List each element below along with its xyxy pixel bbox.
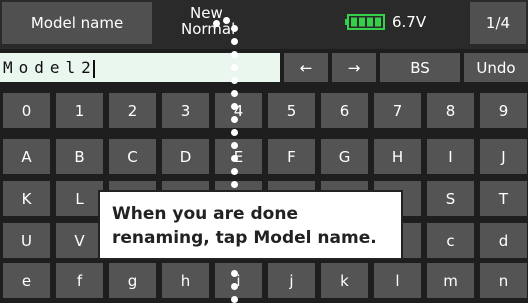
key-label: 7 (392, 101, 403, 120)
key-3[interactable]: 3 (162, 93, 209, 128)
key-label: I (448, 147, 453, 166)
cursor-left-button[interactable]: ← (284, 53, 328, 82)
key-label: V (74, 231, 85, 250)
key-label: m (443, 271, 458, 290)
instruction-callout: When you are done renaming, tap Model na… (98, 190, 403, 260)
key-label: f (76, 271, 83, 290)
key-f[interactable]: f (56, 263, 103, 298)
key-k[interactable]: k (321, 263, 368, 298)
key-G[interactable]: G (321, 139, 368, 174)
key-H[interactable]: H (374, 139, 421, 174)
key-T[interactable]: T (480, 181, 527, 216)
key-label: 1 (74, 101, 85, 120)
key-label: F (287, 147, 296, 166)
key-8[interactable]: 8 (427, 93, 474, 128)
battery-icon (345, 14, 385, 30)
key-I[interactable]: I (427, 139, 474, 174)
key-F[interactable]: F (268, 139, 315, 174)
model-name-button[interactable]: Model name (2, 2, 152, 44)
backspace-button[interactable]: BS (380, 53, 460, 82)
key-9[interactable]: 9 (480, 93, 527, 128)
key-j[interactable]: j (268, 263, 315, 298)
backspace-label: BS (410, 58, 430, 77)
key-label: 0 (21, 101, 32, 120)
key-2[interactable]: 2 (109, 93, 156, 128)
key-V[interactable]: V (56, 223, 103, 258)
key-n[interactable]: n (480, 263, 527, 298)
undo-button[interactable]: Undo (464, 53, 528, 82)
key-label: 2 (127, 101, 138, 120)
key-d[interactable]: d (480, 223, 527, 258)
cursor-right-label: → (347, 58, 361, 77)
key-g[interactable]: g (109, 263, 156, 298)
key-K[interactable]: K (3, 181, 50, 216)
page-number: 1/4 (485, 14, 511, 32)
key-label: B (74, 147, 85, 166)
key-S[interactable]: S (427, 181, 474, 216)
key-label: D (179, 147, 192, 166)
key-label: l (395, 271, 400, 290)
key-label: J (501, 147, 506, 166)
page-indicator-button[interactable]: 1/4 (470, 2, 526, 44)
key-e[interactable]: e (3, 263, 50, 298)
model-name-label: Model name (30, 14, 124, 32)
key-6[interactable]: 6 (321, 93, 368, 128)
key-c[interactable]: c (427, 223, 474, 258)
key-D[interactable]: D (162, 139, 209, 174)
text-cursor (92, 59, 95, 78)
key-L[interactable]: L (56, 181, 103, 216)
key-5[interactable]: 5 (268, 93, 315, 128)
key-label: U (21, 231, 32, 250)
key-C[interactable]: C (109, 139, 156, 174)
key-label: S (445, 189, 456, 208)
key-label: L (75, 189, 84, 208)
key-m[interactable]: m (427, 263, 474, 298)
key-label: 6 (339, 101, 350, 120)
key-label: H (391, 147, 404, 166)
key-label: k (340, 271, 349, 290)
key-label: C (127, 147, 138, 166)
key-label: g (127, 271, 138, 290)
callout-line-2: renaming, tap Model name. (112, 228, 377, 248)
model-name-value: Model2 (3, 58, 97, 77)
cursor-right-button[interactable]: → (332, 53, 376, 82)
battery-voltage: 6.7V (392, 13, 427, 31)
callout-line-1: When you are done (112, 204, 298, 224)
key-label: d (498, 231, 509, 250)
key-label: n (498, 271, 509, 290)
undo-label: Undo (476, 58, 516, 77)
key-J[interactable]: J (480, 139, 527, 174)
key-U[interactable]: U (3, 223, 50, 258)
key-l[interactable]: l (374, 263, 421, 298)
key-label: G (338, 147, 351, 166)
key-label: 9 (498, 101, 509, 120)
key-label: 3 (180, 101, 191, 120)
key-0[interactable]: 0 (3, 93, 50, 128)
key-label: K (21, 189, 32, 208)
key-label: h (180, 271, 191, 290)
key-h[interactable]: h (162, 263, 209, 298)
key-label: T (498, 189, 509, 208)
cursor-left-label: ← (299, 58, 313, 77)
key-B[interactable]: B (56, 139, 103, 174)
key-1[interactable]: 1 (56, 93, 103, 128)
key-label: e (21, 271, 32, 290)
key-A[interactable]: A (3, 139, 50, 174)
key-E[interactable]: E (215, 139, 262, 174)
key-label: 8 (445, 101, 456, 120)
key-label: 5 (286, 101, 297, 120)
key-7[interactable]: 7 (374, 93, 421, 128)
key-i[interactable]: i (215, 263, 262, 298)
key-label: c (446, 231, 455, 250)
key-label: A (21, 147, 32, 166)
key-label: j (289, 271, 294, 290)
model-name-field[interactable]: Model2 (0, 53, 280, 82)
key-4[interactable]: 4 (215, 93, 262, 128)
